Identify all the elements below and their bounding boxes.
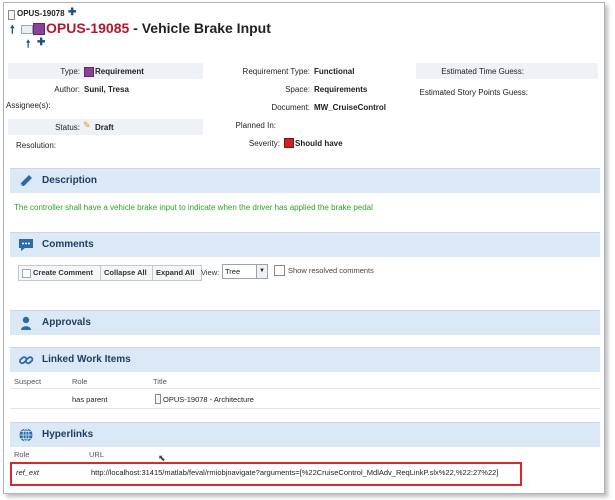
description-section-header[interactable]: Description [10,168,600,193]
parent-item-link[interactable]: OPUS-19078 [17,9,65,18]
collapse-all-label: Collapse All [104,268,147,277]
link-chain-icon [21,25,33,34]
status-value: Draft [95,123,114,132]
approvals-title: Approvals [42,317,91,328]
item-title: Vehicle Brake Input [141,20,271,36]
hyperlink-url[interactable]: http://localhost:31415/matlab/feval/rmio… [91,468,498,477]
type-value: Requirement [95,67,144,76]
severity-value: Should have [295,139,343,148]
pencil-icon: ✎ [83,120,91,130]
estimated-time-label: Estimated Time Guess: [441,67,524,76]
highlighted-hyperlink-row: ref_ext http://localhost:31415/matlab/fe… [10,462,522,486]
hyperlink-role: ref_ext [16,468,39,477]
expand-parent-icon[interactable]: ✚ [68,7,76,18]
author-label: Author: [54,85,80,94]
approval-person-icon [18,315,34,331]
severity-label: Severity: [248,139,280,148]
approvals-section-header[interactable]: Approvals [10,310,600,335]
comment-add-icon [22,268,31,278]
expand-all-label: Expand All [156,268,195,277]
view-select[interactable]: Tree ▼ [222,264,268,279]
space-value: Requirements [314,85,368,94]
column-header-suspect[interactable]: Suspect [14,377,41,386]
show-resolved-label: Show resolved comments [288,266,374,275]
linked-row-title[interactable]: OPUS-19078 - Architecture [163,395,254,404]
column-header-title[interactable]: Title [153,377,167,386]
planned-in-label: Planned In: [235,121,276,130]
requirement-type-label: Requirement Type: [242,67,310,76]
requirement-type-icon [33,23,45,35]
linked-items-section-header[interactable]: Linked Work Items [10,347,600,372]
title-separator: - [129,20,142,36]
doc-icon [155,394,161,404]
column-header-role[interactable]: Role [14,450,29,459]
requirement-icon [84,67,94,77]
author-value: Sunil, Tresa [84,85,129,94]
table-divider [10,408,600,409]
document-value[interactable]: MW_CruiseControl [314,103,386,112]
assignees-label: Assignee(s): [6,101,51,110]
parent-doc-icon [8,10,15,20]
space-label: Space: [285,85,310,94]
pencil-icon [18,173,34,189]
description-title: Description [42,175,98,186]
linked-row-role: has parent [72,395,108,404]
add-icon[interactable]: ✚ [37,37,45,48]
view-label: View: [201,268,220,277]
resolution-label: Resolution: [15,141,56,150]
description-text: The controller shall have a vehicle brak… [14,203,373,212]
speech-bubble-icon [18,237,34,253]
hyperlinks-section-header[interactable]: Hyperlinks [10,422,600,447]
chevron-down-icon: ▼ [256,265,267,278]
create-comment-label: Create Comment [33,268,94,277]
expand-all-button[interactable]: Expand All [152,265,202,281]
item-id: OPUS-19085 [46,20,130,36]
create-comment-button[interactable]: Create Comment [18,265,101,281]
navigate-up-icon[interactable]: 🠕 [10,21,15,40]
severity-icon [284,138,294,148]
comments-section-header[interactable]: Comments [10,232,600,257]
parent-arrow-icon[interactable]: 🠕 [26,37,30,54]
column-header-url[interactable]: URL [89,450,104,459]
chain-link-icon [18,352,34,368]
requirement-type-value: Functional [314,67,355,76]
column-header-role[interactable]: Role [72,377,87,386]
globe-icon [18,427,34,443]
type-label: Type: [60,67,80,76]
linked-items-title: Linked Work Items [42,354,131,365]
status-label: Status: [55,123,80,132]
page-title: OPUS-19085 - Vehicle Brake Input [46,20,271,36]
work-item-panel: OPUS-19078 ✚ 🠕 OPUS-19085 - Vehicle Brak… [3,2,605,494]
hyperlinks-title: Hyperlinks [42,429,94,440]
show-resolved-checkbox[interactable] [274,265,285,276]
table-divider [10,388,600,389]
collapse-all-button[interactable]: Collapse All [100,265,153,281]
comments-title: Comments [42,239,94,250]
view-select-value: Tree [225,267,241,276]
estimated-points-label: Estimated Story Points Guess: [419,88,529,97]
document-label: Document: [271,103,310,112]
